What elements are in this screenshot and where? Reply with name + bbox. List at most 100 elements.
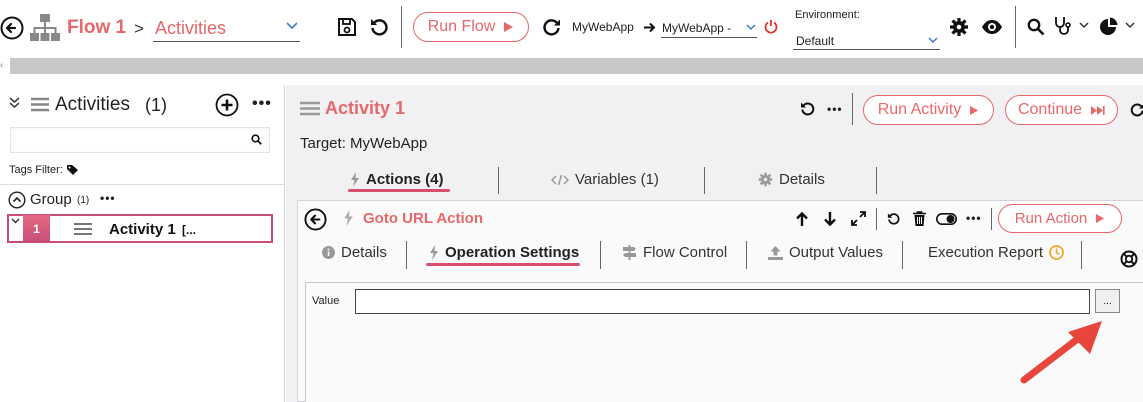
drag-handle-icon[interactable]: [74, 222, 92, 236]
hamburger-icon: [300, 101, 320, 116]
action-tab-output-values[interactable]: Output Values: [768, 244, 883, 261]
breadcrumb-separator: >: [134, 19, 144, 38]
back-icon[interactable]: [0, 16, 24, 40]
eye-icon[interactable]: [981, 19, 1003, 35]
undo-icon[interactable]: [887, 212, 901, 226]
toolbar-divider: [876, 208, 877, 230]
refresh-icon[interactable]: [542, 18, 561, 37]
more-options-icon[interactable]: •••: [252, 95, 272, 113]
collapse-double-chevron-icon[interactable]: [9, 97, 20, 109]
collapse-group-icon[interactable]: [8, 191, 26, 209]
toggle-icon[interactable]: [936, 213, 957, 225]
tab-details-label: Details: [779, 171, 825, 188]
action-tab-details[interactable]: Details: [322, 244, 387, 261]
app-target-select[interactable]: MyWebApp -: [661, 16, 757, 38]
clock-icon: [1049, 245, 1064, 260]
bolt-icon: [343, 210, 354, 226]
action-tab-flow-control-label: Flow Control: [643, 244, 728, 261]
group-more-icon[interactable]: •••: [100, 191, 116, 205]
more-options-icon[interactable]: •••: [966, 211, 982, 225]
power-icon[interactable]: [764, 19, 778, 34]
run-flow-button[interactable]: Run Flow: [413, 12, 529, 42]
chevron-down-icon[interactable]: [11, 218, 20, 225]
action-tab-execution-report[interactable]: Execution Report: [928, 244, 1064, 261]
annotation-arrow-icon: [1012, 318, 1108, 390]
value-label: Value: [312, 295, 340, 307]
tab-divider: [406, 241, 407, 269]
action-tab-flow-control[interactable]: Flow Control: [622, 244, 727, 261]
section-select-value: Activities: [155, 18, 227, 38]
back-icon[interactable]: [304, 208, 327, 231]
run-activity-label: Run Activity: [877, 101, 962, 118]
section-select[interactable]: Activities: [153, 16, 300, 42]
top-toolbar: Flow 1 > Activities Run Flow MyWebApp My…: [0, 0, 1143, 58]
undo-icon[interactable]: [800, 101, 816, 117]
undo-icon[interactable]: [370, 17, 390, 37]
environment-select[interactable]: Default: [793, 29, 940, 50]
gear-icon[interactable]: [949, 17, 969, 37]
activities-sidebar: Activities (1) ••• Tags Filter: Group (1…: [0, 85, 285, 402]
tab-actions[interactable]: Actions (4): [350, 171, 444, 188]
toolbar-divider: [852, 93, 853, 125]
play-icon: [1095, 213, 1105, 224]
move-up-icon[interactable]: [795, 211, 809, 227]
tab-divider: [1081, 241, 1082, 269]
chevron-down-icon[interactable]: [1125, 22, 1135, 29]
tab-divider: [876, 167, 877, 194]
scroll-left-icon[interactable]: ‹: [0, 60, 3, 71]
value-input[interactable]: [355, 289, 1090, 314]
save-icon[interactable]: [337, 17, 357, 37]
activity-search-input[interactable]: [10, 127, 270, 153]
play-icon: [503, 21, 514, 33]
action-tab-output-values-label: Output Values: [789, 244, 883, 261]
flow-sitemap-icon: [29, 13, 61, 43]
toolbar-divider: [1015, 6, 1016, 48]
group-count: (1): [77, 195, 90, 206]
trash-icon[interactable]: [913, 211, 926, 226]
add-activity-icon[interactable]: [215, 93, 239, 117]
tab-divider: [902, 241, 903, 269]
activity-name-suffix: [...: [182, 223, 196, 237]
tab-actions-label: Actions (4): [366, 171, 444, 188]
activity-name: Activity 1: [109, 221, 176, 238]
action-tab-execution-report-label: Execution Report: [928, 244, 1044, 261]
tags-filter-label: Tags Filter:: [9, 164, 63, 176]
help-lifebuoy-icon[interactable]: [1120, 250, 1138, 268]
action-tab-operation-settings-label: Operation Settings: [445, 244, 580, 261]
horizontal-scrollbar[interactable]: ‹: [0, 58, 1143, 76]
pie-chart-icon[interactable]: [1099, 17, 1118, 36]
refresh-icon[interactable]: [1129, 102, 1143, 118]
sidebar-divider: [0, 184, 285, 185]
stethoscope-icon[interactable]: [1054, 16, 1072, 36]
sidebar-title: Activities: [55, 94, 130, 115]
environment-value: Default: [796, 34, 835, 48]
run-activity-button[interactable]: Run Activity: [863, 95, 994, 125]
active-tab-indicator: [426, 263, 580, 266]
tab-divider: [704, 167, 705, 194]
activity-target: Target: MyWebApp: [300, 135, 428, 152]
chevron-down-icon: [286, 22, 298, 30]
expand-icon[interactable]: [851, 211, 866, 226]
activity-list-item[interactable]: 1 Activity 1 [...: [7, 214, 273, 243]
toolbar-divider: [991, 208, 992, 230]
sidebar-count: (1): [145, 95, 167, 115]
move-down-icon[interactable]: [823, 211, 837, 227]
app-target-value: MyWebApp -: [662, 21, 732, 35]
action-tab-operation-settings[interactable]: Operation Settings: [429, 244, 579, 261]
browse-value-button[interactable]: ...: [1095, 289, 1120, 313]
fast-forward-icon: [1090, 105, 1105, 116]
search-icon[interactable]: [1027, 18, 1045, 36]
more-options-icon[interactable]: •••: [827, 102, 843, 116]
info-icon: [322, 246, 335, 259]
tab-variables[interactable]: Variables (1): [551, 171, 659, 188]
search-icon[interactable]: [251, 134, 262, 145]
run-action-button[interactable]: Run Action: [998, 204, 1122, 233]
continue-button[interactable]: Continue: [1005, 95, 1118, 125]
tag-icon[interactable]: [67, 165, 78, 175]
tab-variables-label: Variables (1): [575, 171, 659, 188]
scrollbar-track[interactable]: [10, 58, 1143, 74]
toolbar-divider: [401, 6, 402, 48]
chevron-down-icon[interactable]: [1079, 22, 1089, 29]
tab-details[interactable]: Details: [758, 171, 825, 188]
action-title: Goto URL Action: [363, 210, 483, 227]
